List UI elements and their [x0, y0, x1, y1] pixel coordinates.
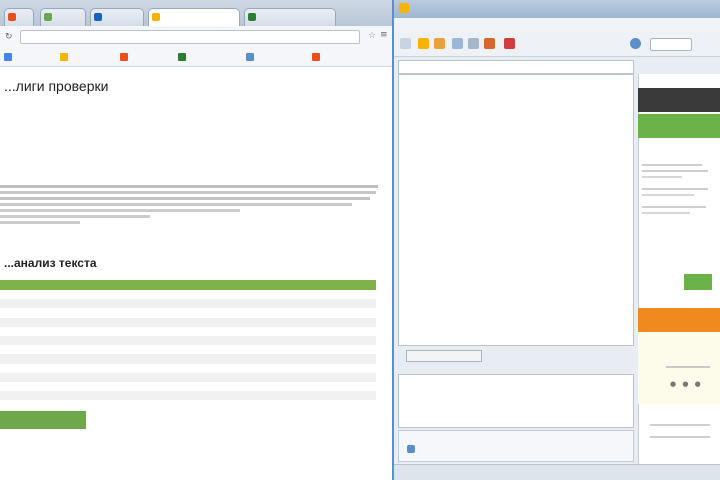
- side-go-button[interactable]: [684, 274, 712, 290]
- bookmarks-bar: [0, 48, 392, 67]
- browser-tab-3[interactable]: [90, 8, 144, 26]
- table-row: [0, 400, 376, 409]
- app-logo-icon: [399, 3, 409, 13]
- browser-tab-2[interactable]: [40, 8, 86, 26]
- table-row: [0, 327, 376, 336]
- tab-favicon-icon: [94, 13, 102, 21]
- side-orange-banner[interactable]: [638, 308, 720, 332]
- tab-favicon-icon: [248, 13, 256, 21]
- table-row: [0, 345, 376, 354]
- bookmark-favicon-icon: [120, 53, 128, 61]
- copy-icon[interactable]: [452, 38, 463, 49]
- menu-icon[interactable]: ≡: [380, 30, 388, 40]
- tab-favicon-icon: [8, 13, 16, 21]
- bookmark-favicon-icon: [178, 53, 186, 61]
- bookmark-favicon-icon: [246, 53, 254, 61]
- tab-favicon-icon: [44, 13, 52, 21]
- side-price-box: ● ● ●: [638, 332, 720, 404]
- table-row: [0, 364, 376, 373]
- save-icon[interactable]: [434, 38, 445, 49]
- paste-icon[interactable]: [468, 38, 479, 49]
- bookmark-favicon-icon: [312, 53, 320, 61]
- side-text-block: [642, 160, 712, 260]
- table-row: [0, 354, 376, 364]
- side-price-line: [666, 366, 710, 368]
- tab-strip: [0, 0, 392, 26]
- bookmark-5[interactable]: [246, 52, 256, 62]
- bookmark-2[interactable]: [60, 52, 70, 62]
- side-green-banner[interactable]: [638, 114, 720, 138]
- tool-icon[interactable]: [484, 38, 495, 49]
- text-editor[interactable]: [398, 74, 634, 346]
- browser-window: ↻ ☆ ≡ ...лиги проверки ...анализ текста: [0, 0, 394, 480]
- bottom-panel: [398, 430, 634, 462]
- reload-icon[interactable]: ↻: [5, 32, 13, 42]
- section-heading: ...анализ текста: [4, 256, 97, 270]
- table-row: [0, 335, 376, 346]
- table-row: [0, 317, 376, 327]
- tab-favicon-icon: [152, 13, 160, 21]
- check-text-button[interactable]: [406, 350, 482, 362]
- bookmark-3[interactable]: [120, 52, 130, 62]
- table-row: [0, 299, 376, 309]
- bottom-panel-icon: [407, 445, 415, 453]
- table-row: [0, 308, 376, 317]
- table-row: [0, 382, 376, 391]
- table-row: [0, 372, 376, 382]
- menu-bar: [394, 18, 720, 32]
- mode-dropdown[interactable]: [650, 38, 692, 51]
- side-rating-dots: ● ● ●: [670, 380, 703, 388]
- side-dark-banner: [638, 88, 720, 112]
- browser-tab-1[interactable]: [4, 8, 34, 26]
- search-input[interactable]: [398, 60, 634, 74]
- table-row: [0, 290, 376, 299]
- bookmark-4[interactable]: [178, 52, 188, 62]
- browser-tab-active[interactable]: [148, 8, 240, 26]
- side-list: [642, 420, 716, 444]
- browser-tab-5[interactable]: [244, 8, 336, 26]
- star-icon[interactable]: ☆: [368, 31, 376, 41]
- status-bar: [394, 464, 720, 480]
- bookmark-favicon-icon: [4, 53, 12, 61]
- table-row: [0, 391, 376, 401]
- toolbar: [394, 32, 720, 57]
- table-header: [0, 280, 376, 290]
- page-title: ...лиги проверки: [4, 78, 109, 94]
- address-bar-row: ↻ ☆ ≡: [0, 26, 392, 49]
- bookmark-1[interactable]: [4, 52, 14, 62]
- stats-table: [0, 280, 376, 409]
- results-list: [398, 374, 634, 428]
- check-icon[interactable]: [504, 38, 515, 49]
- bookmark-favicon-icon: [60, 53, 68, 61]
- bookmark-6[interactable]: [312, 52, 322, 62]
- info-icon[interactable]: [630, 38, 641, 49]
- app-titlebar: [394, 0, 720, 18]
- green-action-button[interactable]: [0, 411, 86, 429]
- open-icon[interactable]: [418, 38, 429, 49]
- app-window: ● ● ●: [394, 0, 720, 480]
- article-paragraph: [0, 183, 380, 227]
- new-icon[interactable]: [400, 38, 411, 49]
- url-input[interactable]: [20, 30, 360, 44]
